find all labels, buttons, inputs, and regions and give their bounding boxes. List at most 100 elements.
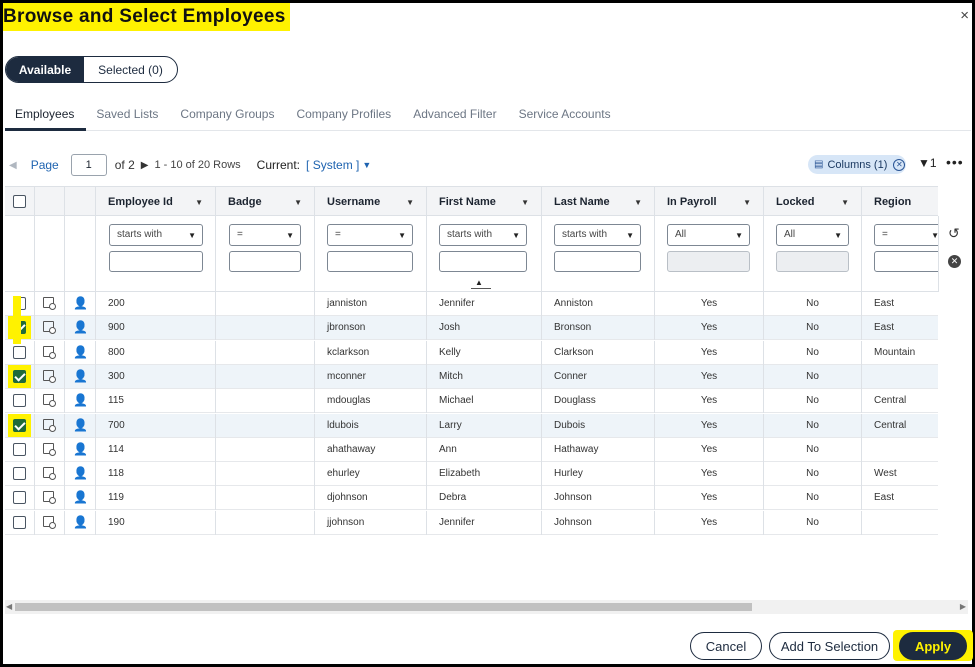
table-row[interactable]: 👤 300 mconner Mitch Conner Yes No (5, 364, 938, 389)
cancel-button[interactable]: Cancel (690, 632, 762, 660)
page-number-input[interactable]: 1 (70, 154, 107, 176)
col-username[interactable]: Username ▼ (315, 187, 427, 215)
selected-toggle[interactable]: Selected (0) (84, 57, 177, 82)
row-checkbox[interactable] (13, 369, 26, 383)
reset-filter-icon[interactable]: ↺ (948, 225, 960, 242)
last-name-filter-input[interactable] (554, 251, 641, 272)
view-details-icon[interactable] (43, 345, 56, 359)
close-icon[interactable]: × (960, 8, 969, 23)
table-row[interactable]: 👤 900 jbronson Josh Bronson Yes No East (5, 316, 938, 341)
scroll-thumb[interactable] (15, 603, 752, 611)
more-options-icon[interactable]: ••• (946, 154, 964, 170)
clear-columns-icon[interactable]: ✕ (893, 158, 906, 171)
edit-user-icon[interactable]: 👤 (73, 346, 88, 358)
locked-select[interactable]: All ▼ (776, 224, 849, 246)
badge-filter-input[interactable] (229, 251, 301, 272)
region-operator-select[interactable]: = ▼ (874, 224, 938, 246)
table-row[interactable]: 👤 190 jjohnson Jennifer Johnson Yes No (5, 510, 938, 535)
row-checkbox[interactable] (13, 467, 26, 481)
next-page-icon[interactable]: ▶ (141, 160, 149, 171)
row-checkbox[interactable] (13, 515, 26, 529)
tab-employees[interactable]: Employees (5, 100, 87, 131)
chevron-down-icon[interactable]: ▼ (406, 198, 414, 207)
apply-button[interactable]: Apply (899, 632, 967, 660)
table-row[interactable]: 👤 114 ahathaway Ann Hathaway Yes No (5, 437, 938, 462)
first-name-operator-select[interactable]: starts with ▼ (439, 224, 527, 246)
horizontal-scrollbar[interactable]: ◀ ▶ (5, 600, 968, 614)
columns-button[interactable]: ▤ Columns (1) ✕ (808, 155, 906, 174)
table-row[interactable]: 👤 119 djohnson Debra Johnson Yes No East (5, 486, 938, 511)
sort-ascending-icon[interactable]: ↑ (598, 195, 604, 207)
col-employee-id[interactable]: Employee Id ▼ (96, 187, 216, 215)
edit-user-icon[interactable]: 👤 (73, 297, 88, 309)
in-payroll-select[interactable]: All ▼ (667, 224, 750, 246)
view-details-icon[interactable] (43, 442, 56, 456)
clear-filter-icon[interactable]: ✕ (948, 255, 961, 268)
table-row[interactable]: 👤 118 ehurley Elizabeth Hurley Yes No West (5, 462, 938, 487)
edit-user-icon[interactable]: 👤 (73, 419, 88, 431)
employee-id-filter-input[interactable] (109, 251, 203, 272)
employee-id-operator-select[interactable]: starts with ▼ (109, 224, 203, 246)
select-all-checkbox[interactable] (13, 195, 26, 208)
badge-operator-select[interactable]: = ▼ (229, 224, 301, 246)
in-payroll-cell: Yes (655, 510, 764, 535)
row-checkbox[interactable] (13, 394, 26, 408)
tab-company-groups[interactable]: Company Groups (170, 100, 286, 131)
username-cell: kclarkson (315, 340, 427, 365)
view-details-icon[interactable] (43, 369, 56, 383)
view-details-icon[interactable] (43, 515, 56, 529)
col-in-payroll[interactable]: In Payroll ▼ (655, 187, 764, 215)
collapse-filter-icon[interactable]: ▲ (471, 278, 491, 289)
scroll-right-icon[interactable]: ▶ (960, 602, 966, 611)
available-toggle[interactable]: Available (6, 57, 84, 82)
chevron-down-icon[interactable]: ▼ (841, 198, 849, 207)
tab-service-accounts[interactable]: Service Accounts (509, 100, 623, 131)
view-details-icon[interactable] (43, 297, 56, 310)
username-filter-input[interactable] (327, 251, 413, 272)
col-first-name[interactable]: First Name ▼ (427, 187, 542, 215)
col-badge[interactable]: Badge ▼ (216, 187, 315, 215)
view-details-icon[interactable] (43, 467, 56, 481)
col-last-name[interactable]: Last Name ↑ ▼ (542, 187, 655, 215)
chevron-down-icon[interactable]: ▼ (634, 198, 642, 207)
edit-user-icon[interactable]: 👤 (73, 370, 88, 382)
col-region[interactable]: Region (862, 187, 938, 215)
chevron-down-icon[interactable]: ▼ (743, 198, 751, 207)
tab-company-profiles[interactable]: Company Profiles (286, 100, 403, 131)
tab-advanced-filter[interactable]: Advanced Filter (403, 100, 508, 131)
edit-user-icon[interactable]: 👤 (73, 321, 88, 333)
edit-user-icon[interactable]: 👤 (73, 516, 88, 528)
col-locked[interactable]: Locked ▼ (764, 187, 862, 215)
chevron-down-icon[interactable]: ▼ (521, 198, 529, 207)
edit-user-icon[interactable]: 👤 (73, 491, 88, 503)
chevron-down-icon[interactable]: ▼ (362, 160, 371, 170)
row-checkbox[interactable] (13, 418, 26, 432)
filter-button[interactable]: ▼1 (918, 156, 937, 170)
first-name-filter-input[interactable] (439, 251, 527, 272)
table-row[interactable]: 👤 200 janniston Jennifer Anniston Yes No East (5, 292, 938, 316)
view-details-icon[interactable] (43, 418, 56, 432)
chevron-down-icon[interactable]: ▼ (294, 198, 302, 207)
region-filter-input[interactable] (874, 251, 938, 272)
table-row[interactable]: 👤 700 ldubois Larry Dubois Yes No Central (5, 413, 938, 438)
view-details-icon[interactable] (43, 394, 56, 408)
edit-user-icon[interactable]: 👤 (73, 467, 88, 479)
row-checkbox[interactable] (13, 442, 26, 456)
last-name-operator-select[interactable]: starts with ▼ (554, 224, 641, 246)
edit-user-icon[interactable]: 👤 (73, 443, 88, 455)
username-operator-select[interactable]: = ▼ (327, 224, 413, 246)
table-row[interactable]: 👤 800 kclarkson Kelly Clarkson Yes No Mountain (5, 340, 938, 365)
scroll-left-icon[interactable]: ◀ (6, 602, 12, 611)
row-checkbox[interactable] (13, 345, 26, 359)
tab-saved-lists[interactable]: Saved Lists (86, 100, 170, 131)
view-details-icon[interactable] (43, 321, 56, 335)
view-details-icon[interactable] (43, 491, 56, 505)
chevron-down-icon[interactable]: ▼ (195, 198, 203, 207)
prev-page-icon[interactable]: ◀ (9, 160, 17, 171)
edit-user-icon[interactable]: 👤 (73, 394, 88, 406)
add-to-selection-button[interactable]: Add To Selection (769, 632, 890, 660)
row-checkbox[interactable] (13, 491, 26, 505)
table-row[interactable]: 👤 115 mdouglas Michael Douglass Yes No Central (5, 389, 938, 414)
current-view-select[interactable]: [ System ] (306, 158, 359, 172)
region-cell (862, 438, 938, 462)
